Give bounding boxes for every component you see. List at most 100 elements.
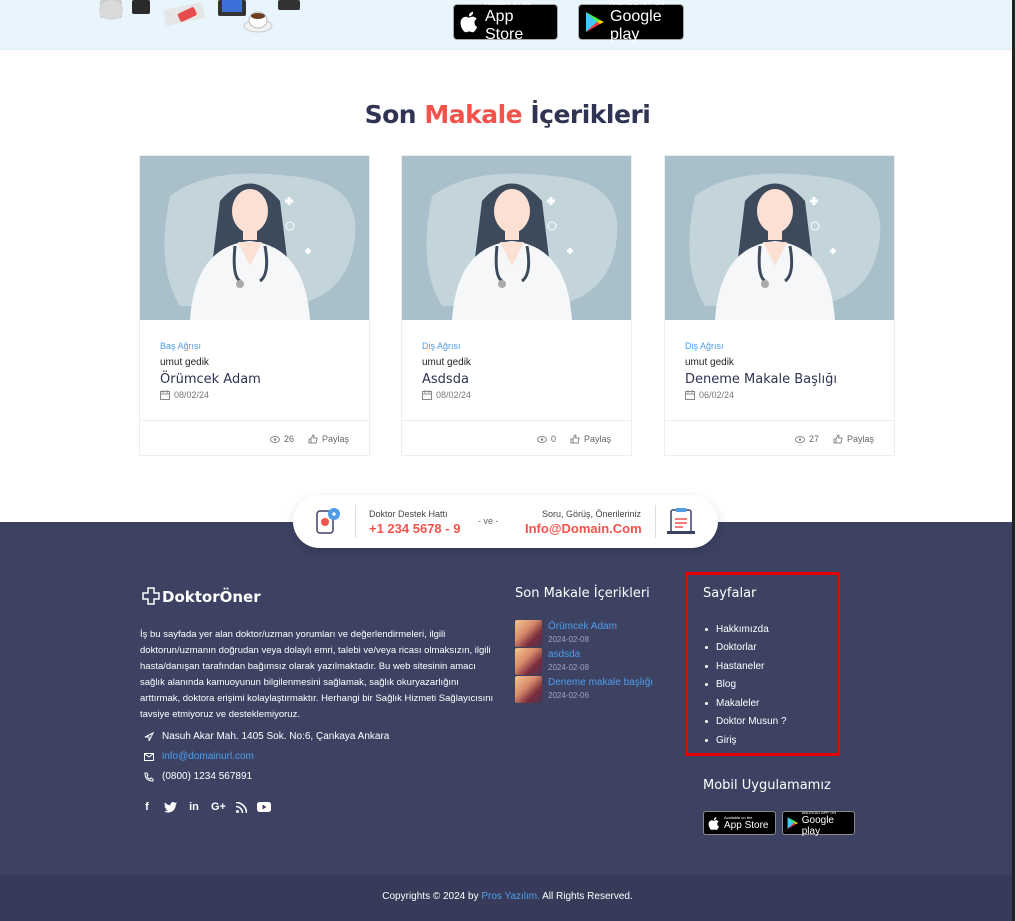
- recent-article-title[interactable]: Örümcek Adam: [548, 620, 617, 633]
- play-icon: [787, 817, 799, 829]
- card-category[interactable]: Diş Ağrısı: [422, 341, 461, 351]
- page-link-makaleler[interactable]: Makaleler: [705, 694, 787, 713]
- footer-address: Nasuh Akar Mah. 1405 Sok. No:6, Çankaya …: [144, 731, 389, 742]
- linkedin-icon[interactable]: in: [187, 801, 201, 813]
- phone-text: (0800) 1234 567891: [162, 771, 253, 782]
- section-title-part2: İçerikleri: [530, 100, 651, 129]
- email-link[interactable]: info@domainurl.com: [162, 751, 254, 762]
- recent-article-date: 2024-02-08: [548, 635, 589, 644]
- card-author: umut gedik: [685, 357, 734, 368]
- card-date: 08/02/24: [422, 390, 471, 400]
- recent-articles-title: Son Makale İçerikleri: [515, 586, 650, 601]
- feedback-email[interactable]: Info@Domain.Com: [525, 521, 642, 536]
- share-link[interactable]: Paylaş: [570, 434, 611, 444]
- eye-icon: [269, 435, 280, 443]
- recent-article-item[interactable]: Örümcek Adam 2024-02-08: [515, 620, 617, 647]
- footer-phone: (0800) 1234 567891: [144, 771, 252, 782]
- copyright-prefix: Copyrights © 2024 by: [382, 891, 479, 902]
- card-date-text: 06/02/24: [699, 390, 735, 400]
- doctor-illustration: [665, 156, 894, 320]
- copyright-company-link[interactable]: Pros Yazılım.: [481, 891, 540, 902]
- page-link-giris[interactable]: Giriş: [705, 731, 787, 750]
- doctor-illustration: [402, 156, 631, 320]
- copyright-bar: Copyrights © 2024 by Pros Yazılım. All R…: [0, 875, 1015, 921]
- youtube-icon[interactable]: [256, 802, 271, 812]
- page-link-doktor-musun[interactable]: Doktor Musun ?: [705, 713, 787, 732]
- page-link-doktorlar[interactable]: Doktorlar: [705, 639, 787, 658]
- share-link[interactable]: Paylaş: [308, 434, 349, 444]
- google-play-big-text: Google play: [610, 7, 662, 43]
- card-views: 27: [808, 434, 819, 444]
- calendar-icon: [422, 390, 432, 400]
- play-icon: [586, 12, 604, 32]
- app-store-big-text: App Store: [724, 820, 769, 831]
- card-views: 26: [283, 434, 294, 444]
- share-link[interactable]: Paylaş: [833, 434, 874, 444]
- card-date-text: 08/02/24: [174, 390, 210, 400]
- footer-email[interactable]: info@domainurl.com: [144, 751, 254, 762]
- section-title-part1: Son: [364, 100, 417, 129]
- phone-icon: [144, 772, 154, 782]
- facebook-icon[interactable]: f: [140, 801, 154, 813]
- section-title-accent: Makale: [424, 100, 523, 129]
- google-plus-icon[interactable]: G+: [211, 801, 226, 813]
- card-stats: 26 Paylaş: [269, 434, 349, 444]
- recent-article-date: 2024-02-08: [548, 663, 589, 672]
- apple-icon: [708, 816, 719, 830]
- app-store-big-text: App Store: [485, 7, 524, 43]
- article-card[interactable]: Diş Ağrısı umut gedik Deneme Makale Başl…: [664, 155, 895, 456]
- social-links: f in G+: [140, 801, 271, 813]
- doctor-support-icon: [316, 508, 340, 534]
- card-category[interactable]: Baş Ağrısı: [160, 341, 201, 351]
- feedback-label: Soru, Görüş, Önerileriniz: [542, 509, 642, 519]
- footer-google-play-button[interactable]: ANDROID APP ON Google play: [782, 810, 855, 837]
- share-label[interactable]: Paylaş: [847, 434, 874, 444]
- rss-icon[interactable]: [235, 801, 247, 813]
- card-divider: [140, 420, 369, 421]
- card-stats: 0 Paylaş: [536, 434, 611, 444]
- recent-article-title[interactable]: asdsda: [548, 648, 589, 661]
- share-label[interactable]: Paylaş: [322, 434, 349, 444]
- footer-app-store-button[interactable]: Available on the App Store: [703, 811, 776, 835]
- article-card[interactable]: Diş Ağrısı umut gedik Asdsda 08/02/24 0 …: [401, 155, 632, 456]
- page-link-blog[interactable]: Blog: [705, 676, 787, 695]
- eye-icon: [536, 435, 547, 443]
- recent-article-date: 2024-02-06: [548, 691, 589, 700]
- recent-article-item[interactable]: Deneme makale başlığı 2024-02-06: [515, 676, 653, 703]
- article-card[interactable]: Baş Ağrısı umut gedik Örümcek Adam 08/02…: [139, 155, 370, 456]
- location-arrow-icon: [144, 731, 154, 741]
- page-link-hastaneler[interactable]: Hastaneler: [705, 657, 787, 676]
- card-stats: 27 Paylaş: [794, 434, 874, 444]
- card-divider: [665, 420, 894, 421]
- mobile-app-title: Mobil Uygulamamız: [703, 778, 831, 793]
- pages-list: Hakkımızda Doktorlar Hastaneler Blog Mak…: [705, 620, 787, 750]
- calendar-icon: [160, 390, 170, 400]
- address-text: Nasuh Akar Mah. 1405 Sok. No:6, Çankaya …: [162, 731, 390, 742]
- recent-article-title[interactable]: Deneme makale başlığı: [548, 676, 653, 689]
- page-link-hakkimizda[interactable]: Hakkımızda: [705, 620, 787, 639]
- hotline-label: Doktor Destek Hattı: [369, 509, 448, 519]
- footer-logo[interactable]: DoktorÖner: [140, 587, 261, 607]
- thumbs-up-icon: [833, 434, 843, 444]
- thumbs-up-icon: [308, 434, 318, 444]
- card-date: 06/02/24: [685, 390, 734, 400]
- apple-icon: [460, 11, 478, 33]
- card-category[interactable]: Diş Ağrısı: [685, 341, 724, 351]
- app-store-button[interactable]: Available on the App Store: [453, 0, 558, 43]
- hotline-number[interactable]: +1 234 5678 - 9: [369, 521, 460, 536]
- twitter-icon[interactable]: [164, 801, 177, 813]
- google-play-big-text: Google play: [801, 814, 834, 837]
- google-play-button[interactable]: ANDROID APP ON Google play: [578, 1, 684, 43]
- thumbs-up-icon: [570, 434, 580, 444]
- card-title[interactable]: Deneme Makale Başlığı: [685, 372, 837, 387]
- medical-cross-icon: [142, 587, 160, 605]
- app-store-small-text: Available on the: [485, 0, 531, 7]
- recent-article-thumbnail: [515, 620, 542, 647]
- app-download-banner: Available on the App Store ANDROID APP O…: [0, 0, 1015, 50]
- card-title[interactable]: Örümcek Adam: [160, 372, 261, 387]
- share-label[interactable]: Paylaş: [584, 434, 611, 444]
- card-title[interactable]: Asdsda: [422, 372, 469, 387]
- card-views: 0: [550, 434, 556, 444]
- recent-article-item[interactable]: asdsda 2024-02-08: [515, 648, 589, 675]
- calendar-icon: [685, 390, 695, 400]
